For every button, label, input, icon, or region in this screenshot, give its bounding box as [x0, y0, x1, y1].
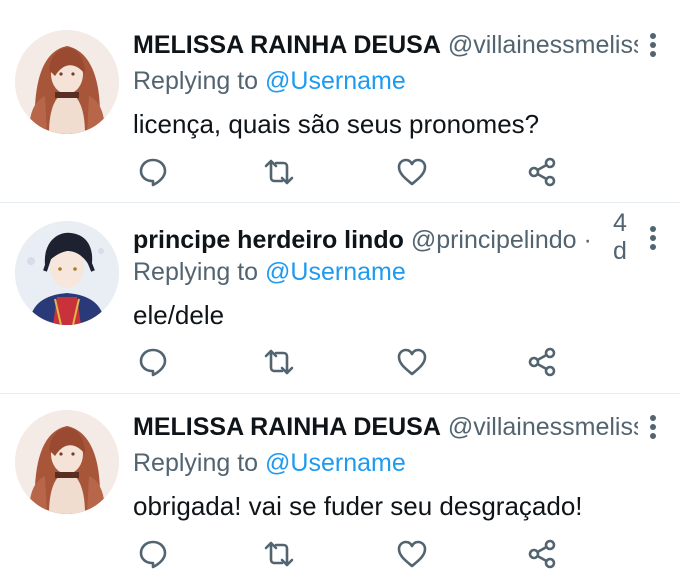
display-name[interactable]: principe herdeiro lindo: [133, 226, 404, 254]
like-icon: [397, 158, 427, 186]
like-button[interactable]: [392, 342, 432, 382]
like-button[interactable]: [392, 152, 432, 192]
share-button[interactable]: [522, 152, 562, 192]
replying-to: Replying to @Username: [133, 446, 406, 480]
display-name[interactable]: MELISSA RAINHA DEUSA: [133, 413, 441, 441]
retweet-icon: [264, 349, 294, 375]
replying-to: Replying to @Username: [133, 64, 406, 98]
tweet-header: principe herdeiro lindo @principelindo ·: [133, 223, 610, 257]
retweet-icon: [264, 541, 294, 567]
replying-to: Replying to @Username: [133, 255, 406, 289]
user-handle[interactable]: @villainessmelissa: [448, 31, 660, 59]
tweet-text: ele/dele: [133, 300, 225, 330]
tweet-1[interactable]: MELISSA RAINHA DEUSA @villainessmelissa …: [0, 0, 680, 202]
retweet-icon: [264, 159, 294, 185]
like-icon: [397, 540, 427, 568]
share-icon: [528, 539, 556, 569]
share-button[interactable]: [522, 342, 562, 382]
reply-icon: [139, 540, 167, 569]
more-options-icon: [650, 33, 656, 57]
avatar-image: [15, 410, 119, 514]
reply-icon: [139, 158, 167, 187]
more-options-icon: [650, 226, 656, 250]
share-icon: [528, 347, 556, 377]
more-options-button[interactable]: [638, 410, 668, 444]
share-icon: [528, 157, 556, 187]
avatar-image: [15, 221, 119, 325]
tweet-header: MELISSA RAINHA DEUSA @villainessmelissa: [133, 410, 680, 444]
replying-prefix: Replying to: [133, 449, 259, 477]
replying-mention-link[interactable]: @Username: [265, 67, 406, 95]
retweet-button[interactable]: [259, 342, 299, 382]
more-options-button[interactable]: [638, 221, 668, 255]
like-button[interactable]: [392, 534, 432, 574]
retweet-button[interactable]: [259, 152, 299, 192]
avatar-image: [15, 30, 119, 134]
avatar[interactable]: [15, 30, 119, 134]
timestamp-value: 4: [613, 209, 627, 237]
tweet-actions: [133, 342, 613, 382]
avatar[interactable]: [15, 221, 119, 325]
tweet-actions: [133, 534, 613, 574]
timestamp-unit: d: [613, 237, 627, 265]
tweet-header: MELISSA RAINHA DEUSA @villainessmelissa: [133, 28, 680, 62]
retweet-button[interactable]: [259, 534, 299, 574]
reply-icon: [139, 348, 167, 377]
replying-mention-link[interactable]: @Username: [265, 449, 406, 477]
more-options-button[interactable]: [638, 28, 668, 62]
tweet-timestamp[interactable]: 4 d: [607, 209, 633, 265]
reply-button[interactable]: [133, 342, 173, 382]
tweet-actions: [133, 152, 613, 192]
reply-button[interactable]: [133, 534, 173, 574]
user-handle[interactable]: @villainessmelissa: [448, 413, 660, 441]
tweet-2[interactable]: principe herdeiro lindo @principelindo ·…: [0, 203, 680, 393]
share-button[interactable]: [522, 534, 562, 574]
replying-mention-link[interactable]: @Username: [265, 258, 406, 286]
tweet-text: obrigada! vai se fuder seu desgraçado!: [133, 491, 583, 521]
tweet-text: licença, quais são seus pronomes?: [133, 109, 540, 139]
replying-prefix: Replying to: [133, 67, 259, 95]
like-icon: [397, 348, 427, 376]
display-name[interactable]: MELISSA RAINHA DEUSA: [133, 31, 441, 59]
replying-prefix: Replying to: [133, 258, 259, 286]
reply-button[interactable]: [133, 152, 173, 192]
user-handle[interactable]: @principelindo: [411, 226, 577, 254]
separator-dot: ·: [583, 226, 592, 254]
more-options-icon: [650, 415, 656, 439]
avatar[interactable]: [15, 410, 119, 514]
tweet-3[interactable]: MELISSA RAINHA DEUSA @villainessmelissa …: [0, 394, 680, 584]
